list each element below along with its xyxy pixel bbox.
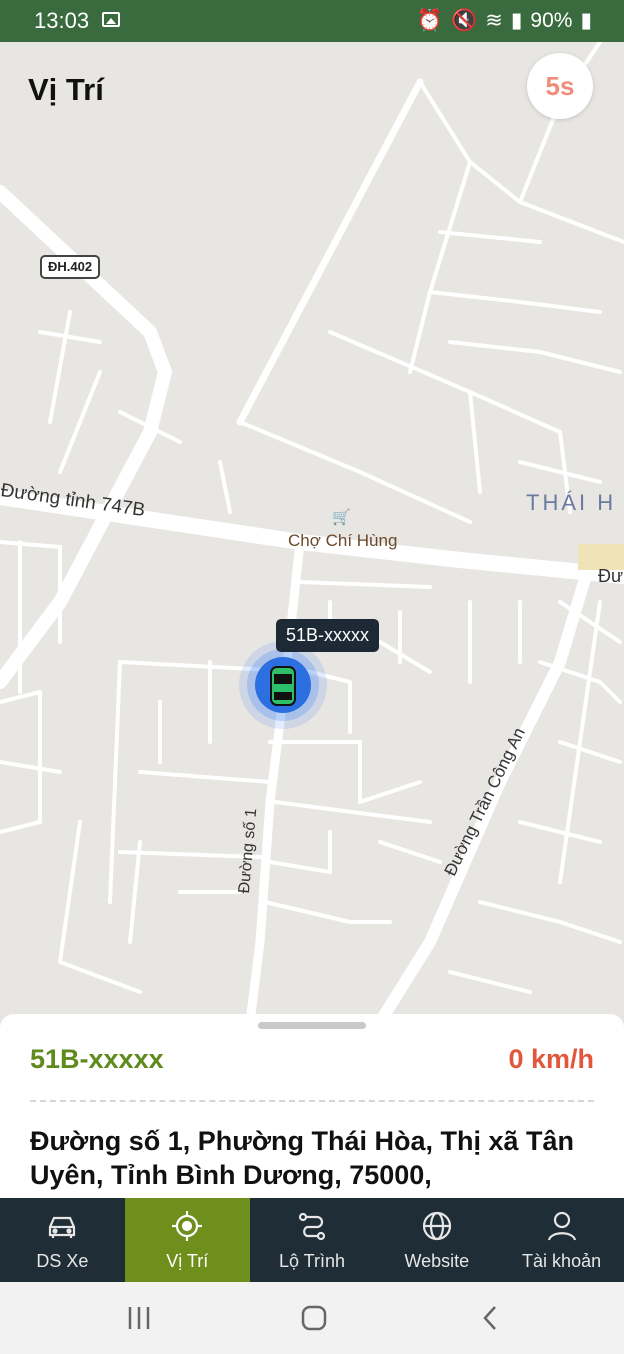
user-icon [547, 1211, 576, 1241]
nav-label: DS Xe [36, 1250, 89, 1271]
status-time: 13:03 [34, 8, 90, 33]
system-nav-bar [0, 1282, 624, 1354]
gallery-icon [102, 12, 120, 27]
map-view[interactable]: ĐH.402 Đường tỉnh 747B 🛒 Chợ Chí Hùng TH… [0, 42, 624, 1022]
vehicle-tooltip[interactable]: 51B-xxxxx [276, 619, 380, 652]
route-icon [298, 1212, 326, 1240]
globe-icon [422, 1211, 451, 1240]
nav-item-lo-trinh[interactable]: Lộ Trình [250, 1198, 375, 1282]
vehicle-marker[interactable] [238, 640, 328, 730]
map-label-district: THÁI H [526, 490, 617, 515]
status-icons: ⏰ 🔇 ≋ ▮ 90% ▮ [417, 8, 592, 33]
divider [30, 1100, 594, 1102]
car-icon [49, 1216, 76, 1238]
vehicle-plate: 51B-xxxxx [30, 1044, 164, 1074]
nav-label: Tài khoản [522, 1250, 602, 1271]
home-icon[interactable] [300, 1304, 328, 1332]
nav-item-tai-khoan[interactable]: Tài khoản [499, 1198, 624, 1282]
nav-item-vi-tri[interactable]: Vị Trí [124, 1198, 250, 1282]
nav-label: Lộ Trình [278, 1250, 346, 1271]
target-icon [172, 1210, 203, 1241]
map-label-road-right: Đư [598, 566, 624, 586]
shop-icon: 🛒 [332, 509, 351, 526]
back-icon[interactable] [480, 1304, 500, 1332]
wifi-icon: ≋ [485, 9, 503, 32]
nav-item-website[interactable]: Website [374, 1198, 499, 1282]
bottom-nav: DS Xe Vị Trí Lộ Trình Website Tài khoản [0, 1198, 624, 1282]
page-title: Vị Trí [28, 72, 104, 107]
nav-label: Vị Trí [166, 1250, 209, 1271]
status-bar: 13:03 ⏰ 🔇 ≋ ▮ 90% ▮ [0, 0, 624, 42]
alarm-icon: ⏰ [416, 8, 444, 32]
battery-icon: ▮ [580, 9, 592, 32]
vehicle-address: Đường số 1, Phường Thái Hòa, Thị xã Tân … [30, 1126, 575, 1190]
vehicle-info-sheet[interactable]: 51B-xxxxx 0 km/h Đường số 1, Phường Thái… [0, 1014, 624, 1198]
road-badge: ĐH.402 [40, 255, 101, 279]
nav-item-ds-xe[interactable]: DS Xe [0, 1198, 125, 1282]
map-label-market: Chợ Chí Hùng [288, 531, 398, 550]
recent-apps-icon[interactable] [126, 1304, 152, 1332]
vehicle-speed: 0 km/h [508, 1044, 594, 1074]
sheet-drag-handle[interactable] [258, 1022, 366, 1029]
battery-level: 90% [530, 8, 573, 32]
nav-label: Website [404, 1250, 470, 1271]
refresh-interval-button[interactable]: 5s [527, 53, 593, 119]
mute-icon: 🔇 [451, 8, 478, 32]
signal-icon: ▮ [510, 9, 523, 32]
